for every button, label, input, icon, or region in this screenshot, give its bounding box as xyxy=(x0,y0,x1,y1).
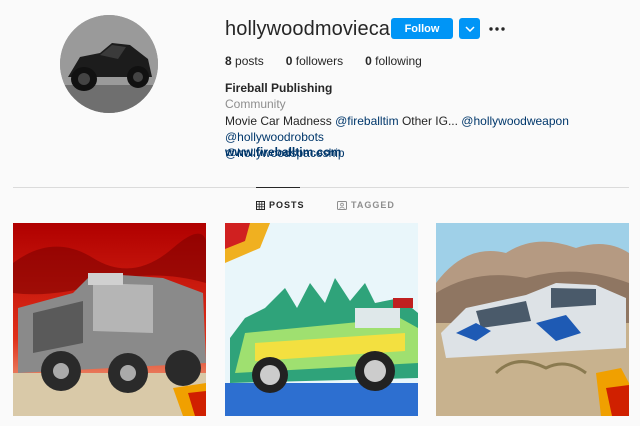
avatar[interactable] xyxy=(60,15,158,113)
bio-text: Movie Car Madness xyxy=(225,114,332,128)
profile-website-link[interactable]: www.fireballtim.com xyxy=(225,145,341,159)
bio-more-text[interactable]: Other IG... xyxy=(402,114,458,128)
following-count[interactable]: 0 following xyxy=(365,54,422,68)
post-thumbnail-futuristic-car[interactable] xyxy=(436,223,629,416)
futuristic-car-image xyxy=(436,223,629,416)
bio-mention-hollywoodweapon[interactable]: @hollywoodweapon xyxy=(461,114,569,128)
ellipsis-icon xyxy=(489,26,505,31)
more-options-button[interactable] xyxy=(488,18,506,39)
tab-posts-label: POSTS xyxy=(269,200,305,210)
hot-wheels-car-image xyxy=(225,223,418,416)
suggestions-dropdown-button[interactable] xyxy=(459,18,480,39)
active-tab-indicator xyxy=(256,187,300,188)
grid-icon xyxy=(256,200,265,210)
post-thumbnail-hot-wheels-car[interactable] xyxy=(225,223,418,416)
divider xyxy=(13,187,629,188)
tab-posts[interactable]: POSTS xyxy=(256,200,305,210)
tagged-user-icon xyxy=(337,200,347,210)
follow-button[interactable]: Follow xyxy=(391,18,453,39)
post-thumbnail-armored-vehicle[interactable] xyxy=(13,223,206,416)
posts-count: 8 posts xyxy=(225,54,264,68)
profile-stats: 8 posts 0 followers 0 following xyxy=(225,54,444,68)
profile-full-name: Fireball Publishing xyxy=(225,81,333,95)
batmobile-avatar-image xyxy=(60,15,158,113)
tab-tagged[interactable]: TAGGED xyxy=(337,200,395,210)
profile-category: Community xyxy=(225,97,286,111)
profile-username: hollywoodmoviecar xyxy=(225,18,397,40)
armored-vehicle-image xyxy=(13,223,206,416)
bio-mention-hollywoodrobots[interactable]: @hollywoodrobots xyxy=(225,130,324,144)
bio-mention-fireballtim[interactable]: @fireballtim xyxy=(335,114,399,128)
followers-count[interactable]: 0 followers xyxy=(286,54,343,68)
chevron-down-icon xyxy=(464,25,475,32)
tab-tagged-label: TAGGED xyxy=(351,200,395,210)
